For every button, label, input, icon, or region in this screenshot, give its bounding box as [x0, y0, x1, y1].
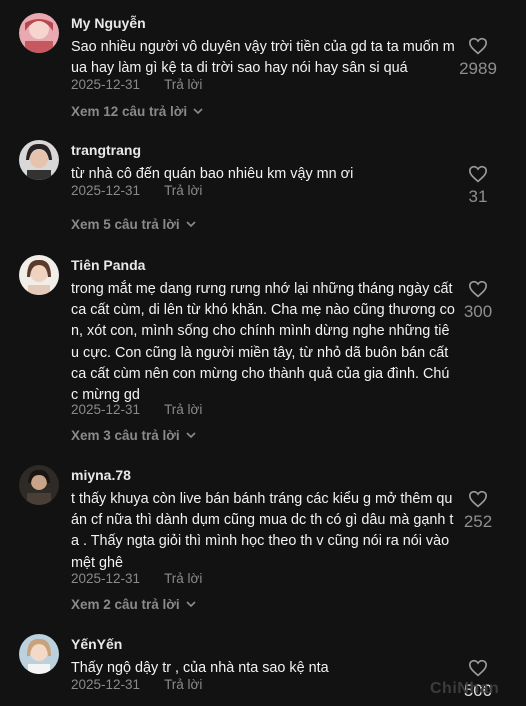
like-count: 252 [463, 512, 493, 531]
reply-button[interactable]: Trả lời [164, 77, 202, 92]
like-count: 31 [468, 187, 488, 206]
chevron-down-icon [186, 432, 196, 439]
chevron-down-icon [186, 221, 196, 228]
view-replies-button[interactable]: Xem 2 câu trả lời [71, 597, 196, 612]
heart-icon [468, 659, 488, 677]
heart-icon [468, 165, 488, 183]
like-button[interactable]: 2989 [448, 37, 508, 79]
chevron-down-icon [193, 108, 203, 115]
avatar[interactable] [19, 634, 59, 674]
comment-date: 2025-12-31 [71, 571, 141, 586]
comment-meta: 2025-12-31 Trả lời [71, 183, 202, 198]
comment-username[interactable]: YếnYến [71, 636, 122, 652]
comment-meta: 2025-12-31 Trả lời [71, 402, 202, 417]
like-count: 2989 [459, 59, 497, 78]
chevron-down-icon [186, 601, 196, 608]
comment-meta: 2025-12-31 Trả lời [71, 77, 202, 92]
comment-text: trong mắt mẹ dang rưng rưng nhớ lại nhữn… [71, 281, 455, 404]
comment-meta: 2025-12-31 Trả lời [71, 571, 202, 586]
comment-username[interactable]: My Nguyễn [71, 15, 146, 31]
avatar[interactable] [19, 465, 59, 505]
view-replies-label: Xem 3 câu trả lời [71, 428, 180, 443]
comment-date: 2025-12-31 [71, 677, 141, 692]
reply-button[interactable]: Trả lời [164, 183, 202, 198]
heart-icon [468, 280, 488, 298]
comment-text: t thấy khuya còn live bán bánh tráng các… [71, 491, 454, 571]
like-count: 300 [463, 302, 493, 321]
view-replies-button[interactable]: Xem 5 câu trả lời [71, 217, 196, 232]
avatar[interactable] [19, 140, 59, 180]
avatar[interactable] [19, 255, 59, 295]
comment-username[interactable]: miyna.78 [71, 467, 131, 483]
heart-icon [468, 490, 488, 508]
view-replies-label: Xem 5 câu trả lời [71, 217, 180, 232]
like-button[interactable]: 300 [448, 280, 508, 322]
view-replies-button[interactable]: Xem 12 câu trả lời [71, 104, 203, 119]
comment-date: 2025-12-31 [71, 77, 141, 92]
like-button[interactable]: 252 [448, 490, 508, 532]
view-replies-label: Xem 12 câu trả lời [71, 104, 188, 119]
watermark: ChiNhan [430, 680, 500, 697]
view-replies-button[interactable]: Xem 3 câu trả lời [71, 428, 196, 443]
comment-username[interactable]: trangtrang [71, 142, 141, 158]
reply-button[interactable]: Trả lời [164, 677, 202, 692]
reply-button[interactable]: Trả lời [164, 571, 202, 586]
reply-button[interactable]: Trả lời [164, 402, 202, 417]
comment-username[interactable]: Tiên Panda [71, 257, 145, 273]
comment-meta: 2025-12-31 Trả lời [71, 677, 202, 692]
like-button[interactable]: 31 [448, 165, 508, 207]
heart-icon [468, 37, 488, 55]
avatar[interactable] [19, 13, 59, 53]
comment-date: 2025-12-31 [71, 183, 141, 198]
comment-date: 2025-12-31 [71, 402, 141, 417]
comment-text: Sao nhiều người vô duyên vậy trời tiền c… [71, 39, 455, 77]
view-replies-label: Xem 2 câu trả lời [71, 597, 180, 612]
